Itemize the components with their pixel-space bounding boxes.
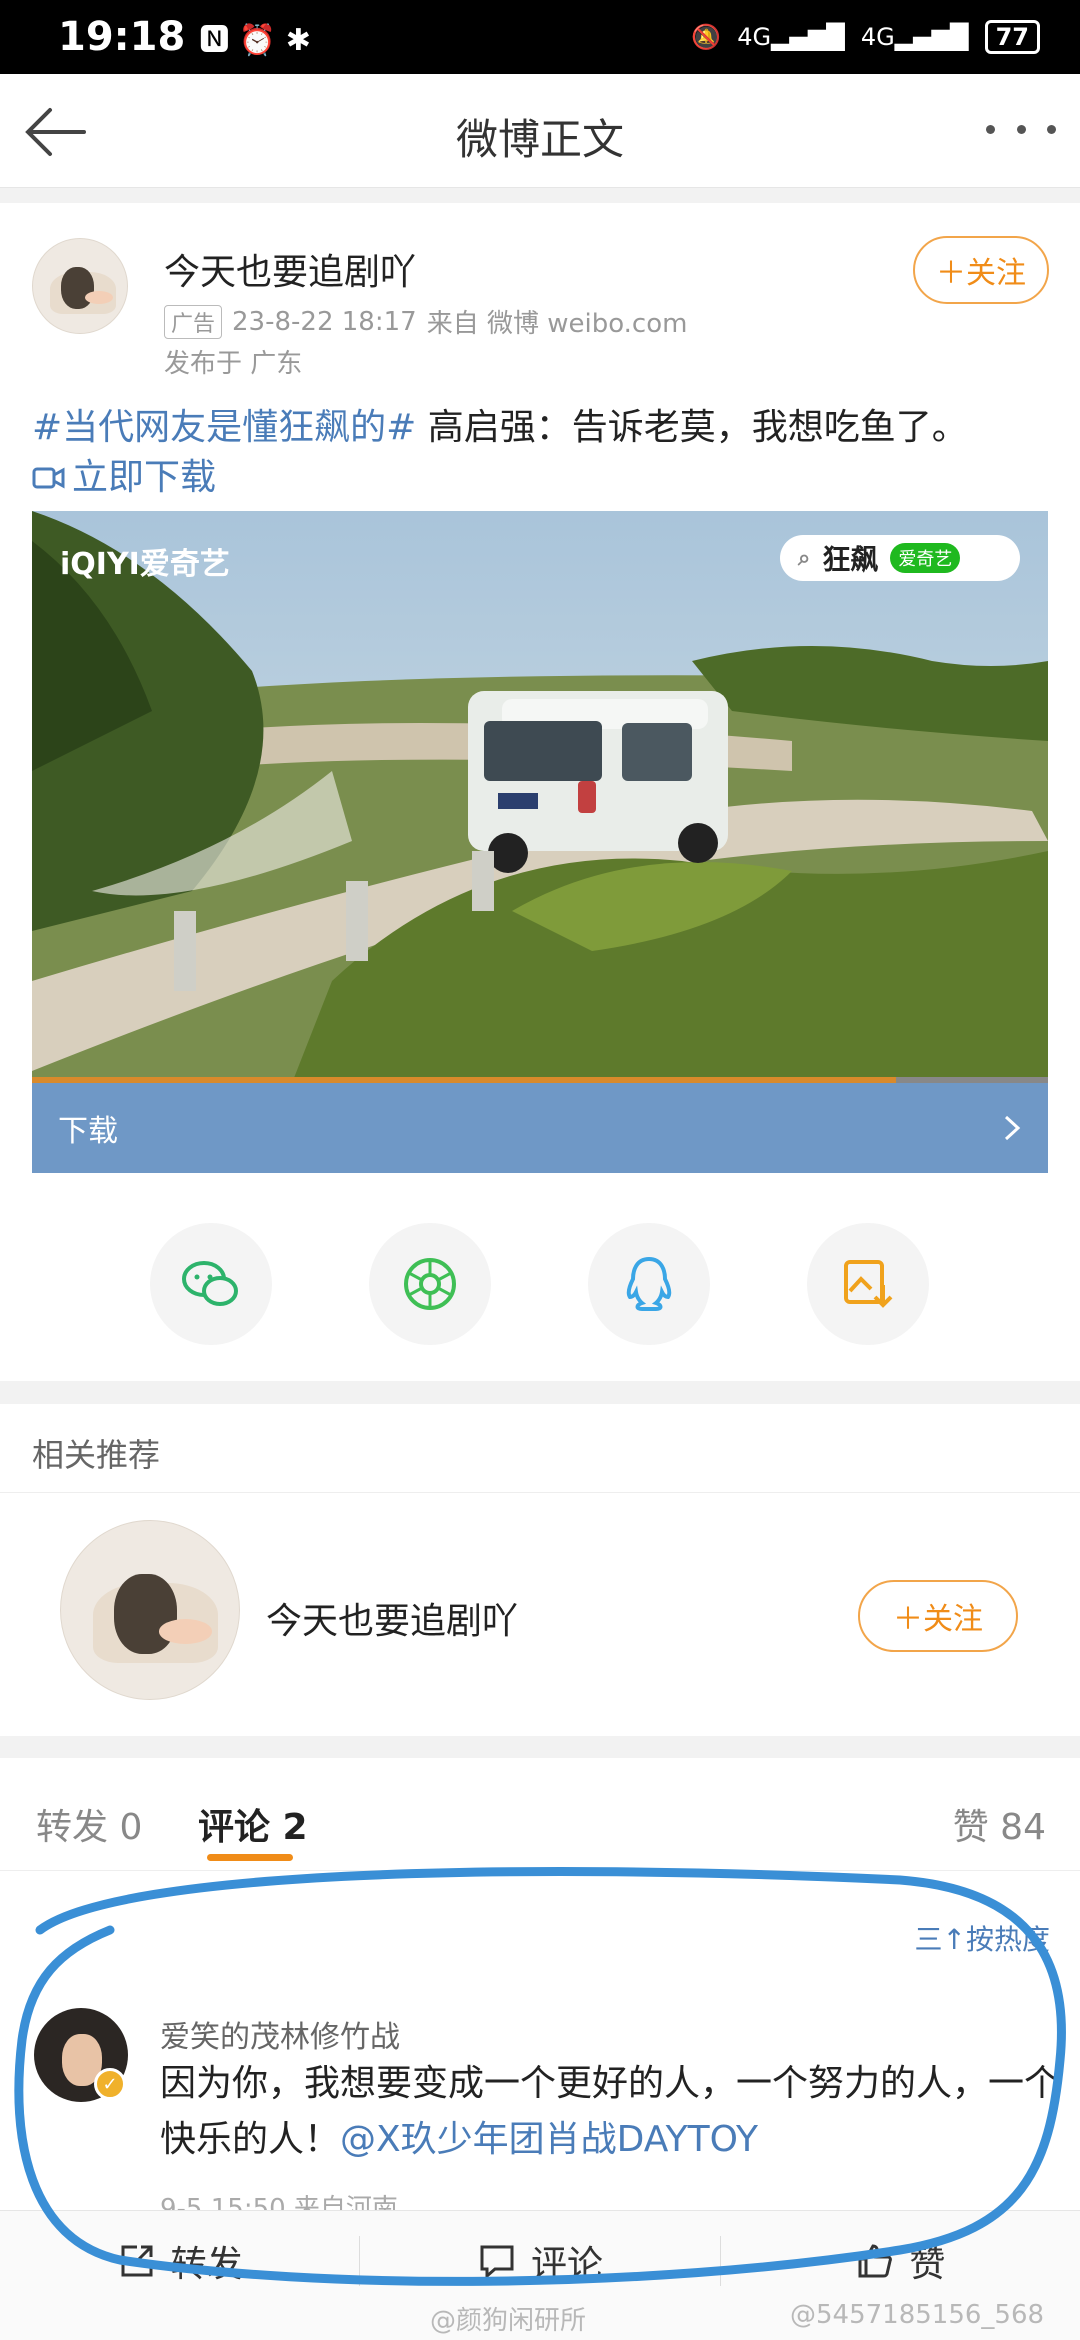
related-title: 相关推荐: [32, 1436, 161, 1474]
verified-badge-icon: ✓: [94, 2068, 126, 2100]
post-meta: 广告 23-8-22 18:17 来自 微博 weibo.com: [164, 303, 687, 340]
wechat-share-button[interactable]: [150, 1223, 272, 1345]
post-location: 发布于 广东: [164, 349, 303, 379]
search-icon: ⌕: [798, 545, 811, 571]
chevron-right-icon: [1004, 1115, 1021, 1141]
repost-icon: [121, 2245, 153, 2277]
repost-label: 转发: [170, 2244, 243, 2285]
status-icons: 🅽 ⏰ ✱: [199, 23, 311, 58]
video-ad[interactable]: iQIYI爱奇艺 ⌕ 狂飙 爱奇艺 下载: [32, 511, 1048, 1173]
follow-button[interactable]: ＋关注: [913, 236, 1049, 304]
related-username[interactable]: 今天也要追剧吖: [266, 1592, 518, 1644]
nav-bar: 微博正文: [0, 74, 1080, 188]
post-text: #当代网友是懂狂飙的# 高启强：告诉老莫，我想吃鱼了。 立即下载: [32, 403, 1052, 504]
comment-username[interactable]: 爱笑的茂林修竹战: [160, 2012, 400, 2056]
related-card: 相关推荐 今天也要追剧吖 ＋关注: [0, 1404, 1080, 1736]
share-row: [0, 1223, 1080, 1345]
video-search-text: 狂飙: [822, 543, 879, 576]
divider: [0, 1492, 1080, 1493]
repost-button[interactable]: 转发: [0, 2211, 359, 2311]
tab-repost[interactable]: 转发 0: [36, 1798, 142, 1850]
like-button[interactable]: 赞: [721, 2211, 1080, 2311]
tab-likes[interactable]: 赞 84: [953, 1798, 1046, 1850]
save-image-icon: [844, 1260, 893, 1308]
video-search-badge: 爱奇艺: [890, 543, 961, 573]
mute-icon: 🔕: [691, 23, 722, 51]
moments-icon: [404, 1258, 456, 1310]
like-label: 赞: [909, 2244, 946, 2285]
watermark-left: @颜狗闲研所: [430, 2306, 587, 2336]
divider: [0, 1870, 1080, 1871]
tab-comments[interactable]: 评论 2: [198, 1798, 308, 1850]
post-avatar[interactable]: [32, 238, 128, 334]
video-camera-icon: [32, 467, 65, 489]
wechat-icon: [182, 1261, 238, 1306]
comment-label: 评论: [530, 2244, 603, 2285]
comment-button[interactable]: 评论: [360, 2211, 719, 2311]
comment-mention[interactable]: @X玖少年团肖战DAYTOY: [340, 2119, 758, 2160]
video-search-box: ⌕ 狂飙 爱奇艺: [780, 535, 1020, 581]
qq-icon: [626, 1256, 672, 1311]
download-bar-label: 下载: [58, 1114, 118, 1149]
watermark-right: @5457185156_568: [790, 2300, 1045, 2330]
hashtag-link[interactable]: #当代网友是懂狂飙的#: [32, 407, 416, 448]
iqiyi-logo: iQIYI爱奇艺: [60, 547, 230, 582]
status-time: 19:18: [58, 14, 186, 60]
signal-icon-2: 4G▂▄▆█: [860, 23, 969, 51]
post-body: 高启强：告诉老莫，我想吃鱼了。: [416, 407, 968, 448]
ad-badge: 广告: [164, 304, 223, 339]
thumbs-up-icon: [858, 2244, 893, 2278]
post-datetime: 23-8-22 18:17: [232, 306, 417, 337]
download-link[interactable]: 立即下载: [32, 453, 216, 503]
active-tab-indicator: [207, 1854, 293, 1861]
more-options-icon[interactable]: [986, 114, 1056, 144]
sort-by-hot-button[interactable]: 三↑按热度: [915, 1918, 1050, 1958]
comment-icon: [480, 2245, 514, 2280]
post-source: 来自 微博 weibo.com: [426, 309, 688, 339]
related-avatar[interactable]: [60, 1520, 240, 1700]
battery-icon: 77: [984, 20, 1040, 54]
qq-share-button[interactable]: [588, 1223, 710, 1345]
post-card: 今天也要追剧吖 广告 23-8-22 18:17 来自 微博 weibo.com…: [0, 203, 1080, 1381]
download-link-label: 立即下载: [72, 457, 217, 498]
comment-text: 因为你，我想要变成一个更好的人，一个努力的人，一个快乐的人！@X玖少年团肖战DA…: [160, 2056, 1060, 2168]
page-title: 微博正文: [455, 115, 624, 164]
video-thumbnail: [32, 511, 1048, 1083]
save-image-button[interactable]: [807, 1223, 929, 1345]
post-username[interactable]: 今天也要追剧吖: [164, 243, 416, 295]
download-bar[interactable]: 下载: [32, 1083, 1048, 1173]
status-bar: 19:18 🅽 ⏰ ✱ 🔕 4G▂▄▆█ 4G▂▄▆█ 77: [0, 0, 1080, 74]
moments-share-button[interactable]: [369, 1223, 491, 1345]
related-follow-button[interactable]: ＋关注: [858, 1580, 1018, 1652]
signal-icon: 4G▂▄▆█: [737, 23, 845, 51]
